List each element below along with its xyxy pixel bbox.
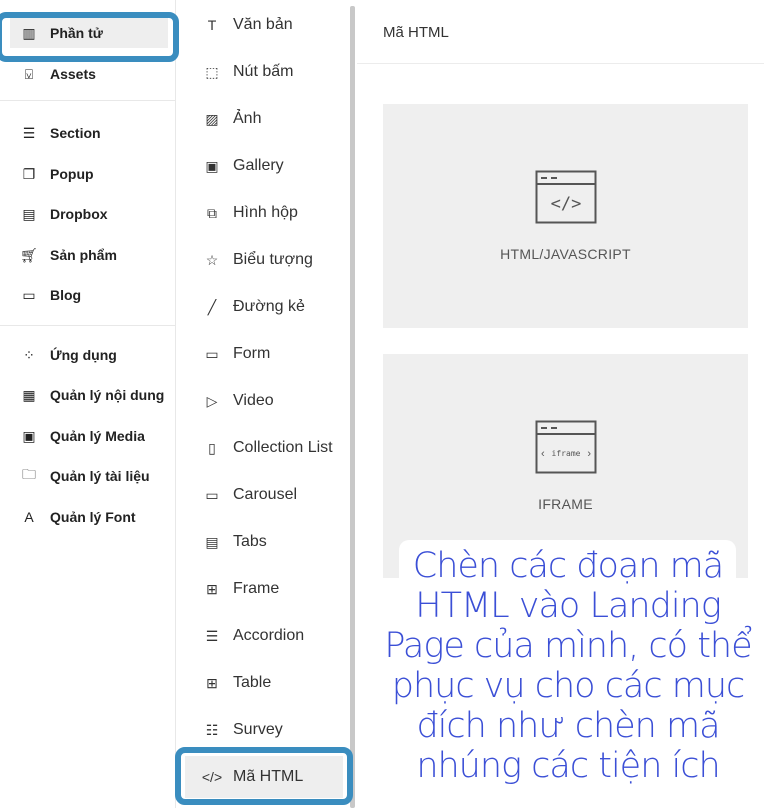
element-item[interactable]: ▤ Tabs [203, 528, 267, 556]
sidebar-item[interactable]: ☰ Section [10, 118, 168, 148]
element-icon: ☆ [205, 251, 219, 268]
svg-text:iframe: iframe [551, 449, 580, 458]
element-label: Đường kẻ [233, 298, 305, 315]
element-label: Collection List [233, 439, 333, 456]
element-label: Nút bấm [233, 63, 294, 80]
svg-text:‹: ‹ [541, 448, 545, 460]
element-item[interactable]: ▯ Collection List [203, 434, 333, 462]
element-item[interactable]: ⊞ Frame [203, 575, 279, 603]
html-javascript-card[interactable]: </> HTML/JAVASCRIPT [383, 104, 748, 328]
highlight-phan-tu [0, 12, 179, 62]
element-icon: ▭ [205, 345, 219, 362]
annotation-text: Chèn các đoạn mã HTML vào Landing Page c… [384, 546, 752, 786]
element-icon: ☰ [205, 627, 219, 644]
element-icon: T [207, 17, 217, 33]
element-item[interactable]: ╱ Đường kẻ [203, 293, 305, 321]
sidebar-item-label: Quản lý Media [50, 428, 145, 444]
element-label: Carousel [233, 486, 298, 503]
sidebar-item-label: Blog [50, 287, 82, 303]
sidebar-item-label: Assets [50, 66, 96, 82]
element-icon: ▣ [205, 157, 219, 174]
element-item[interactable]: T Văn bản [203, 11, 293, 39]
section-icon: ☰ [22, 124, 36, 141]
svg-text:</>: </> [550, 194, 581, 214]
element-icon: ⊞ [206, 674, 218, 691]
element-label: Form [233, 345, 271, 362]
element-label: Hình hộp [233, 204, 298, 221]
element-item[interactable]: ▨ Ảnh [203, 105, 261, 133]
sidebar-item[interactable]: ⁘ Ứng dụng [10, 340, 168, 370]
popup-icon: ❐ [22, 165, 36, 182]
divider [0, 100, 176, 101]
monitor-icon: ▭ [22, 286, 36, 303]
left-sidebar: ▥ Phần tử ⍌ Assets ☰ Section ❐ Popup ▤ Dropbox 🛒︎ S… [0, 0, 176, 808]
sidebar-item[interactable]: ▦ Quản lý nội dung [10, 380, 168, 410]
media-icon: ▣ [22, 427, 36, 444]
sidebar-item-label: Ứng dụng [50, 347, 117, 363]
element-label: Ảnh [233, 110, 262, 127]
svg-text:›: › [587, 448, 591, 460]
sidebar-item[interactable]: ▤ Dropbox [10, 199, 168, 229]
highlight-ma-html [175, 747, 353, 805]
sidebar-item-label: Section [50, 125, 101, 141]
element-label: Biểu tượng [233, 251, 313, 268]
card-label: IFRAME [538, 496, 593, 512]
element-item[interactable]: ☰ Accordion [203, 622, 304, 650]
card-label: HTML/JAVASCRIPT [500, 246, 631, 262]
element-icon: ▨ [205, 110, 219, 127]
element-item[interactable]: ▷ Video [203, 387, 274, 415]
sidebar-item[interactable]: ❐ Popup [10, 159, 168, 189]
sidebar-item-label: Popup [50, 166, 94, 182]
sidebar-item[interactable]: ⍌ Assets [10, 59, 168, 89]
sidebar-item-label: Sản phẩm [50, 247, 117, 263]
element-label: Gallery [233, 157, 284, 174]
element-label: Table [233, 674, 272, 691]
cart-icon: 🛒︎ [20, 246, 38, 263]
element-icon: ☷ [205, 721, 219, 738]
element-label: Accordion [233, 627, 305, 644]
sidebar-item-label: Quản lý nội dung [50, 387, 165, 403]
element-panel: T Văn bản ⬚ Nút bấm ▨ Ảnh ▣ Gallery ⧉ Hình hộp ☆ Bi… [177, 0, 350, 808]
element-icon: ▯ [208, 439, 216, 456]
element-icon: ╱ [207, 298, 217, 315]
element-icon: ⧉ [207, 204, 217, 221]
code-window-icon: </> [535, 170, 596, 224]
element-icon: ▭ [205, 486, 219, 503]
element-item[interactable]: ▭ Carousel [203, 481, 297, 509]
dropbox-icon: ▤ [22, 205, 36, 222]
element-label: Văn bản [233, 16, 293, 33]
apps-icon: ⁘ [23, 346, 35, 363]
iframe-window-icon: ‹ › iframe [535, 420, 596, 474]
sidebar-item[interactable]: ▭ Blog [10, 280, 168, 310]
element-item[interactable]: ☷ Survey [203, 716, 283, 744]
sidebar-item[interactable]: ▣ Quản lý Media [10, 421, 168, 451]
element-item[interactable]: ☆ Biểu tượng [203, 246, 313, 274]
element-icon: ▷ [206, 392, 218, 409]
element-icon: ⊞ [206, 580, 218, 597]
element-label: Survey [233, 721, 283, 738]
sidebar-item-label: Dropbox [50, 206, 108, 222]
element-item[interactable]: ▣ Gallery [203, 152, 284, 180]
element-label: Frame [233, 580, 280, 597]
element-label: Tabs [233, 533, 267, 550]
scrollbar[interactable] [350, 6, 355, 808]
element-icon: ⬚ [205, 63, 219, 80]
sidebar-item[interactable]: 🛒︎ Sản phẩm [10, 240, 168, 270]
sidebar-item[interactable]: 🗀 Quản lý tài liệu [10, 461, 168, 491]
element-icon: ▤ [205, 533, 219, 550]
bookmark-icon: ⍌ [24, 65, 34, 82]
font-icon: A [24, 509, 34, 525]
panel-title: Mã HTML [357, 0, 764, 64]
element-item[interactable]: ⧉ Hình hộp [203, 199, 298, 227]
element-item[interactable]: ▭ Form [203, 340, 270, 368]
element-label: Video [233, 392, 274, 409]
sidebar-item[interactable]: A Quản lý Font [10, 502, 168, 532]
element-item[interactable]: ⬚ Nút bấm [203, 58, 293, 86]
content-icon: ▦ [22, 386, 36, 403]
element-item[interactable]: ⊞ Table [203, 669, 271, 697]
folder-icon: 🗀 [22, 466, 36, 482]
sidebar-item-label: Quản lý Font [50, 509, 136, 525]
sidebar-item-label: Quản lý tài liệu [50, 468, 150, 484]
divider [0, 325, 176, 326]
